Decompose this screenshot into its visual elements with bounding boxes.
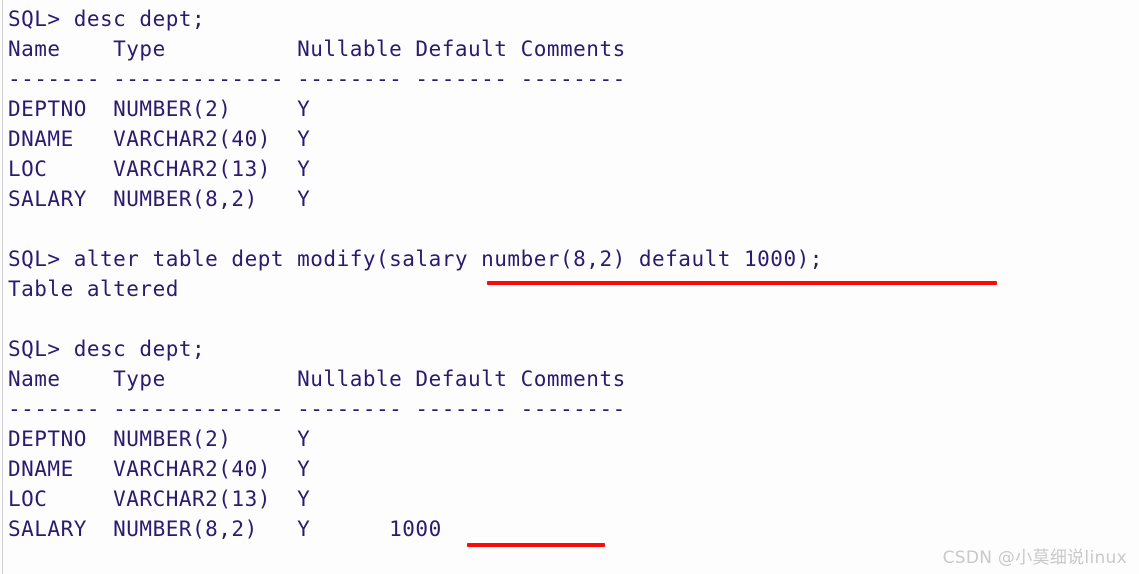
terminal-line: SQL> desc dept; (8, 337, 206, 361)
terminal-line: DEPTNO NUMBER(2) Y (8, 427, 311, 451)
terminal-screenshot: SQL> desc dept; Name Type Nullable Defau… (0, 0, 1139, 574)
terminal-line: LOC VARCHAR2(13) Y (8, 157, 311, 181)
terminal-line: DNAME VARCHAR2(40) Y (8, 127, 311, 151)
console-left-border (2, 0, 3, 574)
terminal-line: ------- ------------- -------- ------- -… (8, 67, 626, 91)
terminal-line: SALARY NUMBER(8,2) Y 1000 (8, 517, 442, 541)
terminal-line: ------- ------------- -------- ------- -… (8, 397, 626, 421)
terminal-line: DNAME VARCHAR2(40) Y (8, 457, 311, 481)
terminal-line: LOC VARCHAR2(13) Y (8, 487, 311, 511)
terminal-output: SQL> desc dept; Name Type Nullable Defau… (8, 4, 1128, 544)
terminal-line: Table altered (8, 277, 179, 301)
terminal-line: SQL> desc dept; (8, 7, 206, 31)
terminal-line: Name Type Nullable Default Comments (8, 367, 626, 391)
terminal-line: DEPTNO NUMBER(2) Y (8, 97, 311, 121)
terminal-line: SQL> alter table dept modify(salary numb… (8, 247, 823, 271)
watermark-label: CSDN @小莫细说linux (942, 548, 1127, 568)
terminal-line: SALARY NUMBER(8,2) Y (8, 187, 311, 211)
terminal-line: Name Type Nullable Default Comments (8, 37, 626, 61)
annotation-underline-default-value (467, 543, 605, 547)
annotation-underline-modify-clause (487, 281, 997, 285)
